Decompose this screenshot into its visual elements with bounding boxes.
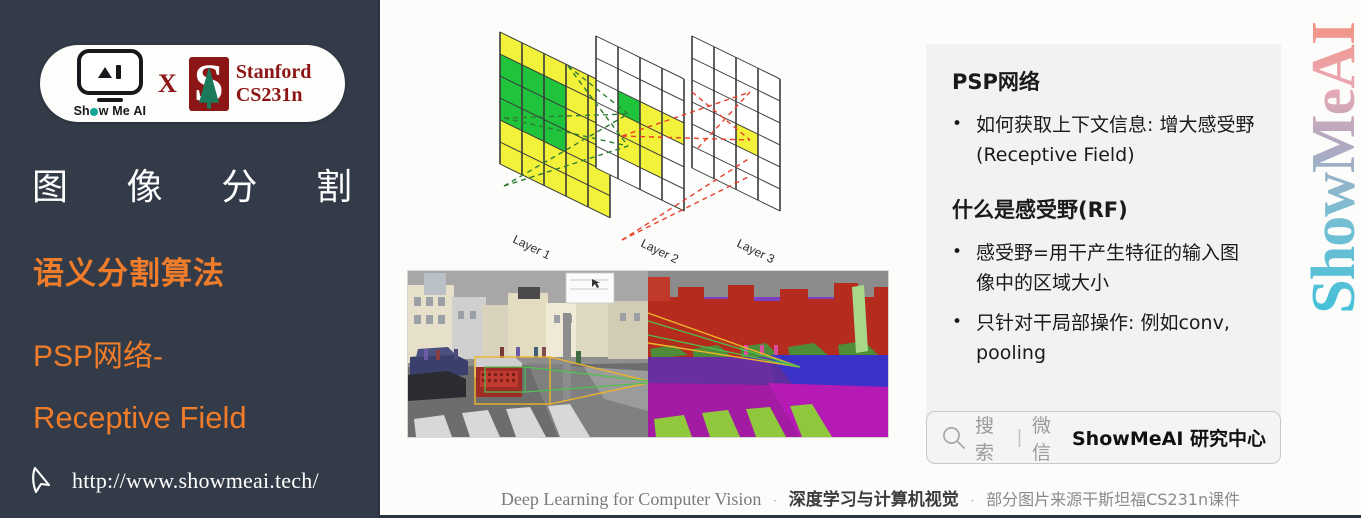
bullet-dot-icon: •: [952, 242, 963, 263]
layer-3-label: Layer 3: [735, 236, 777, 266]
caption-chinese: 深度学习与计算机视觉: [788, 490, 959, 510]
logo-stand: [96, 98, 123, 102]
collab-x-label: X: [158, 68, 177, 98]
notes-bullet-1-1: • 如何获取上下文信息: 增大感受野(Receptive Field): [952, 110, 1255, 170]
notes-bullet-text: 只针对干局部操作: 例如conv, pooling: [976, 312, 1230, 365]
layer-1-grid: Layer 1: [499, 31, 611, 262]
title-char-3: 分: [221, 167, 258, 208]
teal-dot-icon: [90, 108, 99, 116]
street-scene-photos: [407, 270, 889, 438]
notes-card: PSP网络 • 如何获取上下文信息: 增大感受野(Receptive Field…: [926, 44, 1281, 423]
caption-tail: 部分图片来源干斯坦福CS231n课件: [986, 490, 1241, 509]
search-brand: ShowMeAI 研究中心: [1072, 428, 1266, 450]
title-char-1: 图: [32, 167, 69, 208]
wechat-search-bar[interactable]: 搜索 | 微信 ShowMeAI 研究中心: [926, 411, 1281, 464]
photo-segmentation-map: [648, 271, 888, 437]
page-title: 图 像 分 割: [32, 158, 352, 210]
cursor-pointer-icon: [32, 466, 51, 494]
site-url-row[interactable]: http://www.showmeai.tech/: [30, 465, 319, 497]
caption-sep-2: ·: [970, 493, 975, 508]
stanford-logo: Stanford CS231n: [188, 56, 312, 111]
bar-icon: [116, 65, 122, 79]
site-url-label: http://www.showmeai.tech/: [72, 468, 319, 493]
layer-1-label: Layer 1: [511, 232, 553, 262]
segmentation-svg: [648, 271, 888, 437]
photo-rgb-street: [408, 271, 648, 437]
stanford-s-mark-icon: [188, 56, 229, 111]
footer-caption: Deep Learning for Computer Vision · 深度学习…: [380, 485, 1361, 510]
layer-3-grid: Layer 3: [691, 35, 781, 266]
notes-heading-1: PSP网络: [952, 70, 1040, 94]
subtitle-psp: PSP网络-: [33, 340, 164, 373]
receptive-field-diagram: Layer 1 Layer 2 Layer 3: [470, 18, 890, 286]
caption-english: Deep Learning for Computer Vision: [500, 489, 762, 509]
stanford-line-2: CS231n: [235, 83, 303, 106]
notes-bullet-text: 感受野=用干产生特征的输入图像中的区域大小: [976, 242, 1239, 295]
subtitle-topic: 语义分割算法: [33, 256, 225, 292]
showmeai-wordmark: Sh w Me AI: [73, 104, 147, 118]
search-icon: [941, 425, 967, 451]
layer-2-grid: Layer 2: [595, 35, 685, 266]
left-sidebar: Shw Me AI X Stanford CS231n 图 像 分 割 语义分割…: [0, 0, 378, 518]
stanford-tree-icon: [198, 66, 219, 109]
layer-2-label: Layer 2: [639, 236, 681, 266]
notes-bullet-2-2: • 只针对干局部操作: 例如conv, pooling: [952, 308, 1255, 368]
notes-heading-2: 什么是感受野(RF): [952, 198, 1128, 223]
rgb-street-svg: [408, 271, 648, 437]
showmeai-watermark: ShowMeAI: [1300, 22, 1361, 314]
search-divider: |: [1017, 426, 1022, 448]
search-placeholder: 搜索: [975, 414, 995, 464]
slide-content: Layer 1 Layer 2 Layer 3 PSP网络 • 如何获取上下文信…: [378, 0, 1361, 518]
showmeai-robot-icon: [76, 49, 143, 95]
title-char-2: 像: [126, 167, 163, 208]
brand-logo-pill: Shw Me AI X Stanford CS231n: [40, 45, 345, 122]
caption-sep-1: ·: [772, 493, 778, 508]
bullet-dot-icon: •: [952, 312, 963, 333]
notes-bullet-text: 如何获取上下文信息: 增大感受野(Receptive Field): [976, 114, 1255, 167]
stanford-line-1: Stanford: [235, 61, 312, 84]
title-char-4: 割: [315, 167, 352, 208]
slide-page: Shw Me AI X Stanford CS231n 图 像 分 割 语义分割…: [0, 0, 1361, 518]
showmeai-logo: Sh w Me AI: [74, 49, 146, 118]
caret-icon: [98, 66, 113, 78]
stanford-course-label: Stanford CS231n: [236, 61, 312, 106]
layers-svg: Layer 1 Layer 2 Layer 3: [499, 31, 781, 266]
subtitle-receptive-field: Receptive Field: [33, 400, 247, 435]
bullet-dot-icon: •: [952, 114, 963, 134]
search-channel: 微信: [1031, 414, 1051, 464]
notes-bullet-2-1: • 感受野=用干产生特征的输入图像中的区域大小: [952, 238, 1255, 298]
